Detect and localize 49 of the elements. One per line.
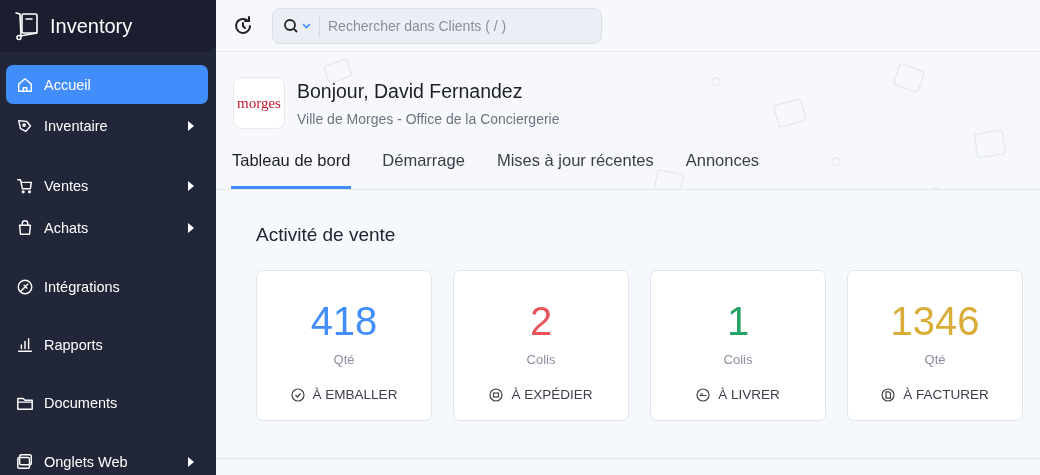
- stat-card[interactable]: 1346 Qté À FACTURER: [847, 270, 1023, 421]
- sidebar-item[interactable]: Achats: [6, 208, 208, 247]
- check-circle-icon: [290, 387, 305, 402]
- stat-card[interactable]: 1 Colis À LIVRER: [650, 270, 826, 421]
- expand-arrow-icon: [188, 120, 194, 131]
- stat-card[interactable]: 418 Qté À EMBALLER: [256, 270, 432, 421]
- trolley-icon: [14, 11, 40, 41]
- stat-unit: Colis: [723, 352, 753, 367]
- greeting-title: Bonjour, David Fernandez: [297, 79, 524, 103]
- invoice-circle-icon: [881, 387, 896, 402]
- browser-tabs-icon: [16, 452, 34, 471]
- search-icon[interactable]: [283, 17, 299, 34]
- expand-arrow-icon: [188, 222, 194, 233]
- section-title: Activité de vente: [256, 224, 397, 246]
- stat-unit: Qté: [333, 352, 355, 367]
- expand-arrow-icon: [188, 180, 194, 191]
- app-title: Inventory: [50, 14, 133, 38]
- stat-unit: Qté: [924, 352, 946, 367]
- tab[interactable]: Annonces: [684, 147, 761, 189]
- history-icon[interactable]: [232, 14, 254, 37]
- package-circle-icon: [489, 387, 504, 402]
- tab[interactable]: Mises à jour récentes: [495, 147, 655, 189]
- stat-label: À FACTURER: [903, 387, 989, 402]
- search-bar[interactable]: Rechercher dans Clients ( / ): [272, 7, 602, 44]
- stat-label: À LIVRER: [718, 387, 780, 402]
- stat-value: 2: [529, 298, 553, 344]
- stat-unit: Colis: [526, 352, 556, 367]
- expand-arrow-icon: [188, 456, 194, 467]
- sidebar-item[interactable]: Onglets Web: [6, 442, 208, 475]
- tab[interactable]: Démarrage: [381, 147, 466, 189]
- home-icon: [16, 75, 34, 94]
- search-input[interactable]: Rechercher dans Clients ( / ): [320, 16, 601, 35]
- organization-subtitle: Ville de Morges - Office de la Conciergerie: [297, 110, 560, 127]
- sidebar-item[interactable]: Intégrations: [6, 267, 208, 306]
- shopping-bag-icon: [16, 218, 34, 237]
- stat-value: 418: [310, 298, 378, 344]
- sidebar-item[interactable]: Documents: [6, 383, 208, 422]
- stat-card[interactable]: 2 Colis À EXPÉDIER: [453, 270, 629, 421]
- stat-value: 1: [726, 298, 750, 344]
- chevron-down-icon[interactable]: [302, 22, 311, 29]
- organization-logo: morges: [233, 77, 285, 129]
- stat-label: À EXPÉDIER: [511, 387, 593, 402]
- sidebar-item[interactable]: Inventaire: [6, 106, 208, 145]
- sidebar-item[interactable]: Ventes: [6, 166, 208, 205]
- bar-chart-icon: [16, 335, 34, 354]
- stat-value: 1346: [890, 298, 980, 344]
- sidebar-item[interactable]: Rapports: [6, 325, 208, 364]
- cart-icon: [16, 176, 34, 195]
- stat-label: À EMBALLER: [312, 387, 398, 402]
